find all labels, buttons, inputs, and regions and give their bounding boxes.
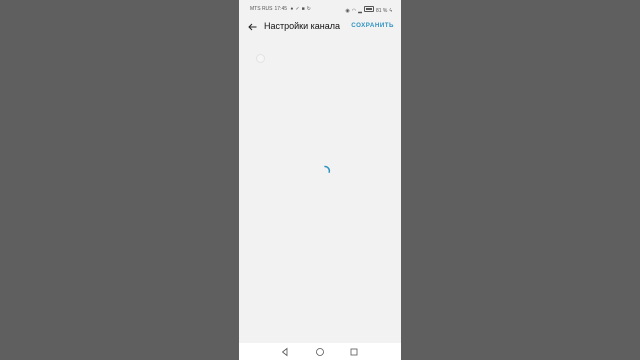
- wifi-icon: ◠: [351, 7, 357, 14]
- system-nav-bar: [239, 343, 401, 360]
- circle-home-icon[interactable]: [315, 347, 325, 357]
- status-bar: MTS RUS 17:45 ● ✓ ■ ↻ ◉ ◠ ▂ 81 % ϟ: [239, 0, 401, 17]
- back-button[interactable]: [244, 19, 260, 35]
- check-icon: ✓: [295, 6, 300, 12]
- status-right: ◉ ◠ ▂ 81 % ϟ: [343, 6, 392, 14]
- status-left: MTS RUS 17:45 ● ✓ ■ ↻: [250, 6, 313, 12]
- signal-icon: ▂: [358, 7, 362, 14]
- triangle-back-icon[interactable]: [280, 347, 290, 357]
- square-recent-icon[interactable]: [349, 347, 359, 357]
- loading-spinner-icon: [324, 165, 331, 173]
- message-icon: ●: [290, 6, 294, 12]
- sync-icon: ↻: [306, 6, 311, 12]
- carrier-label: MTS RUS: [250, 6, 273, 12]
- charging-icon: ϟ: [389, 7, 392, 14]
- youtube-icon: ■: [301, 6, 305, 12]
- battery-icon: [363, 6, 374, 12]
- radio-button[interactable]: [256, 54, 265, 63]
- save-button[interactable]: СОХРАНИТЬ: [351, 22, 394, 29]
- app-bar: Настройки канала СОХРАНИТЬ: [239, 17, 401, 37]
- battery-percent: 81 %: [375, 7, 388, 14]
- arrow-left-icon: [247, 23, 256, 31]
- eye-icon: ◉: [345, 7, 350, 14]
- status-time: 17:45: [274, 6, 288, 12]
- page-title: Настройки канала: [264, 21, 341, 31]
- phone-screen: MTS RUS 17:45 ● ✓ ■ ↻ ◉ ◠ ▂ 81 % ϟ Настройки кан…: [239, 0, 401, 360]
